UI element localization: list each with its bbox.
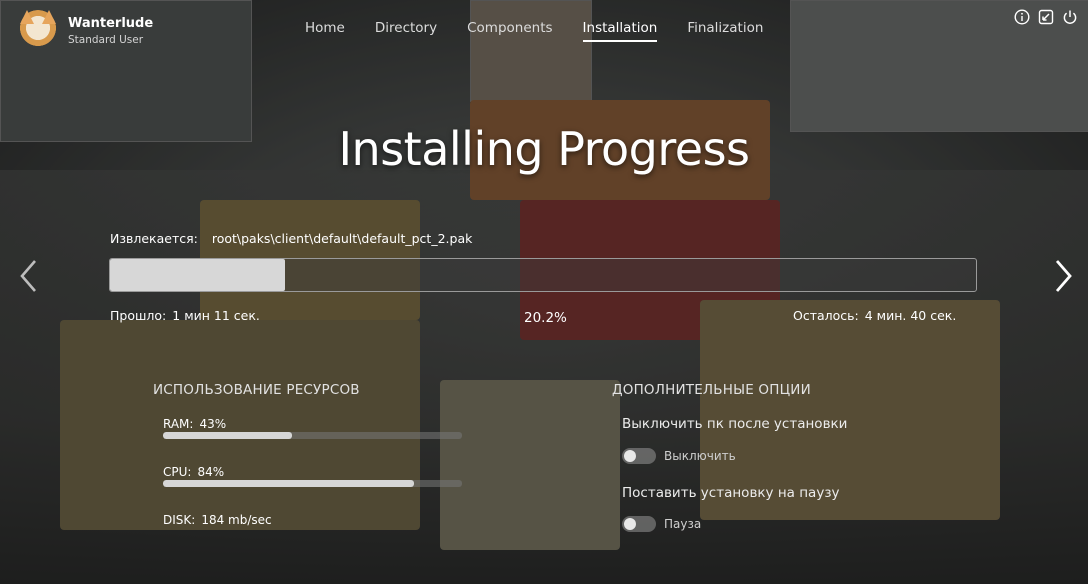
shutdown-option-label: Выключить пк после установки: [622, 416, 848, 432]
elapsed-label: Прошло:: [110, 308, 167, 323]
pause-toggle-text: Пауза: [664, 517, 702, 531]
shutdown-toggle-knob: [624, 450, 636, 462]
pause-toggle-knob: [624, 518, 636, 530]
pause-option-label: Поставить установку на паузу: [622, 485, 840, 501]
cpu-bar-fill: [163, 480, 415, 487]
cpu-label: CPU:: [163, 465, 192, 479]
remaining-time: Осталось: 4 мин. 40 сек.: [793, 308, 956, 323]
remaining-label: Осталось:: [793, 308, 859, 323]
nav-directory[interactable]: Directory: [360, 20, 452, 42]
ram-value: 43%: [199, 417, 227, 431]
ram-stat: RAM: 43%: [163, 417, 226, 431]
next-arrow-icon[interactable]: [1046, 258, 1080, 294]
previous-arrow-icon[interactable]: [12, 258, 46, 294]
shutdown-toggle-text: Выключить: [664, 449, 736, 463]
cpu-stat: CPU: 84%: [163, 465, 224, 479]
remaining-value: 4 мин. 40 сек.: [864, 308, 957, 323]
nav-components[interactable]: Components: [452, 20, 567, 42]
background-scene: [0, 0, 1088, 584]
elapsed-time: Прошло: 1 мин 11 сек.: [110, 308, 260, 323]
window-controls: [1014, 9, 1078, 25]
user-name: Wanterlude: [68, 16, 154, 31]
main-nav: Home Directory Components Installation F…: [290, 20, 778, 42]
nav-home[interactable]: Home: [290, 20, 360, 42]
user-role: Standard User: [68, 34, 144, 46]
nav-installation[interactable]: Installation: [568, 20, 673, 42]
cpu-value: 84%: [197, 465, 225, 479]
power-icon[interactable]: [1062, 9, 1078, 25]
disk-label: DISK:: [163, 513, 196, 527]
page-title: Installing Progress: [338, 122, 750, 176]
progress-percent: 20.2%: [524, 310, 567, 326]
disk-value: 184 mb/sec: [201, 513, 272, 527]
resources-title: ИСПОЛЬЗОВАНИЕ РЕСУРСОВ: [153, 382, 360, 398]
ram-bar: [163, 432, 462, 439]
elapsed-value: 1 мин 11 сек.: [172, 308, 260, 323]
ram-label: RAM:: [163, 417, 194, 431]
info-icon[interactable]: [1014, 9, 1030, 25]
install-progress-bar: [109, 258, 977, 292]
shutdown-toggle[interactable]: [622, 448, 656, 464]
ram-bar-fill: [163, 432, 292, 439]
options-title: ДОПОЛНИТЕЛЬНЫЕ ОПЦИИ: [612, 382, 811, 398]
nav-finalization[interactable]: Finalization: [672, 20, 778, 42]
extract-label: Извлекается:: [110, 231, 198, 246]
header: Wanterlude Standard User Home Directory …: [0, 0, 1088, 62]
cpu-bar: [163, 480, 462, 487]
install-progress-fill: [110, 259, 285, 291]
pause-toggle[interactable]: [622, 516, 656, 532]
extract-path: root\paks\client\default\default_pct_2.p…: [211, 231, 473, 246]
extract-status: Извлекается: root\paks\client\default\de…: [110, 231, 472, 246]
disk-stat: DISK: 184 mb/sec: [163, 513, 272, 527]
fox-logo: [18, 10, 58, 50]
minimize-icon[interactable]: [1038, 9, 1054, 25]
